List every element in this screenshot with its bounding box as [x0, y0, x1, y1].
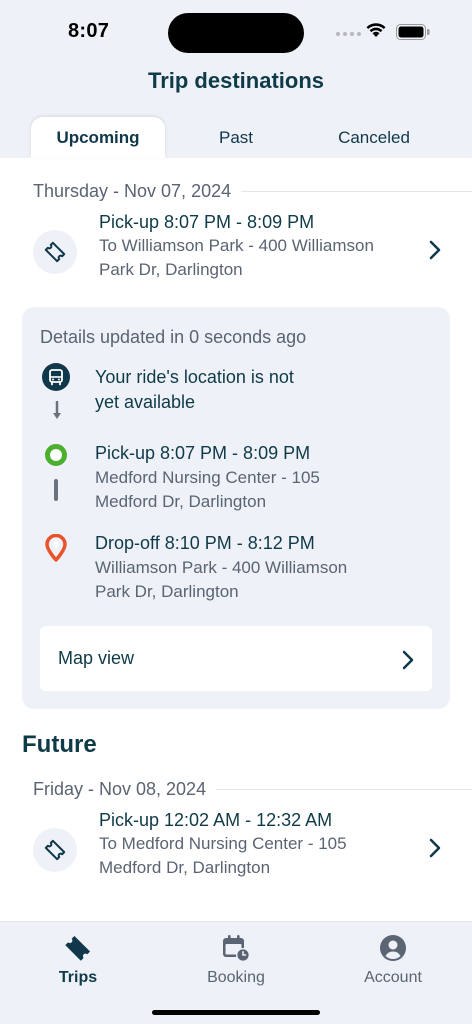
trip-pickup-time: Pick-up 12:02 AM - 12:32 AM	[99, 810, 333, 830]
trip-destination-line2: Medford Dr, Darlington	[99, 858, 271, 877]
trip-destination-line2: Park Dr, Darlington	[99, 260, 243, 279]
ride-location-line1: Your ride's location is not	[95, 367, 294, 387]
pickup-marker-icon	[45, 444, 67, 466]
chevron-right-icon	[402, 650, 414, 670]
tabbar-booking-label: Booking	[207, 969, 265, 986]
dropoff-address-line1: Williamson Park - 400 Williamson	[95, 558, 348, 577]
arrow-down-icon	[53, 401, 61, 419]
trip-card-future[interactable]: Pick-up 12:02 AM - 12:32 AM To Medford N…	[33, 808, 449, 888]
chevron-right-icon	[429, 838, 441, 858]
tab-upcoming[interactable]: Upcoming	[31, 117, 165, 158]
ticket-icon	[33, 828, 77, 872]
pickup-time: Pick-up 8:07 PM - 8:09 PM	[95, 443, 311, 463]
trip-card-upcoming[interactable]: Pick-up 8:07 PM - 8:09 PM To Williamson …	[33, 210, 449, 290]
divider	[216, 789, 472, 790]
trip-tabs: Upcoming Past Canceled	[0, 117, 472, 158]
divider	[241, 191, 472, 192]
ride-location-line2: yet available	[95, 392, 196, 412]
bus-icon	[42, 363, 70, 391]
tabbar-account-label: Account	[364, 969, 422, 986]
dropoff-pin-icon	[45, 534, 67, 562]
tab-canceled[interactable]: Canceled	[306, 117, 442, 158]
trip-details-panel: Details updated in 0 seconds ago Your ri…	[22, 307, 450, 709]
dropoff-stop: Drop-off 8:10 PM - 8:12 PM Williamson Pa…	[95, 531, 395, 604]
route-connector	[54, 479, 58, 501]
dropoff-time: Drop-off 8:10 PM - 8:12 PM	[95, 533, 315, 553]
trip-info: Pick-up 12:02 AM - 12:32 AM To Medford N…	[99, 808, 419, 880]
tabbar-booking[interactable]: Booking	[176, 932, 296, 987]
pickup-address-line2: Medford Dr, Darlington	[95, 492, 267, 511]
tabbar-trips[interactable]: Trips	[18, 932, 138, 987]
date-header-upcoming: Thursday - Nov 07, 2024	[33, 181, 472, 202]
map-view-label: Map view	[58, 648, 135, 668]
trip-destination-line1: To Williamson Park - 400 Williamson	[99, 236, 374, 255]
tabbar-account[interactable]: Account	[333, 932, 453, 987]
trip-info: Pick-up 8:07 PM - 8:09 PM To Williamson …	[99, 210, 419, 282]
ticket-icon	[18, 932, 138, 964]
cellular-signal-icon	[336, 32, 361, 36]
bottom-tab-bar: Trips Booking Account	[0, 921, 472, 1024]
date-label: Thursday - Nov 07, 2024	[33, 181, 232, 201]
date-header-future: Friday - Nov 08, 2024	[33, 779, 472, 800]
dynamic-island	[168, 13, 304, 53]
calendar-clock-icon	[176, 932, 296, 964]
status-time: 8:07	[68, 20, 110, 42]
trip-pickup-time: Pick-up 8:07 PM - 8:09 PM	[99, 212, 315, 232]
dropoff-address-line2: Park Dr, Darlington	[95, 582, 239, 601]
date-label: Friday - Nov 08, 2024	[33, 779, 207, 799]
status-bar: 8:07	[0, 0, 472, 64]
battery-icon	[396, 24, 430, 40]
trip-destination-line1: To Medford Nursing Center - 105	[99, 834, 347, 853]
page-title: Trip destinations	[147, 68, 325, 93]
wifi-icon	[366, 23, 386, 37]
chevron-right-icon	[429, 240, 441, 260]
home-indicator	[152, 1010, 320, 1015]
pickup-address-line1: Medford Nursing Center - 105	[95, 468, 320, 487]
future-heading: Future	[22, 731, 97, 758]
account-icon	[333, 932, 453, 964]
details-updated-text: Details updated in 0 seconds ago	[40, 327, 307, 347]
tab-past[interactable]: Past	[168, 117, 304, 158]
map-view-button[interactable]: Map view	[40, 626, 432, 691]
ticket-icon	[33, 230, 77, 274]
pickup-stop: Pick-up 8:07 PM - 8:09 PM Medford Nursin…	[95, 441, 395, 514]
tabbar-trips-label: Trips	[58, 969, 98, 986]
ride-location-status: Your ride's location is not yet availabl…	[95, 365, 355, 415]
